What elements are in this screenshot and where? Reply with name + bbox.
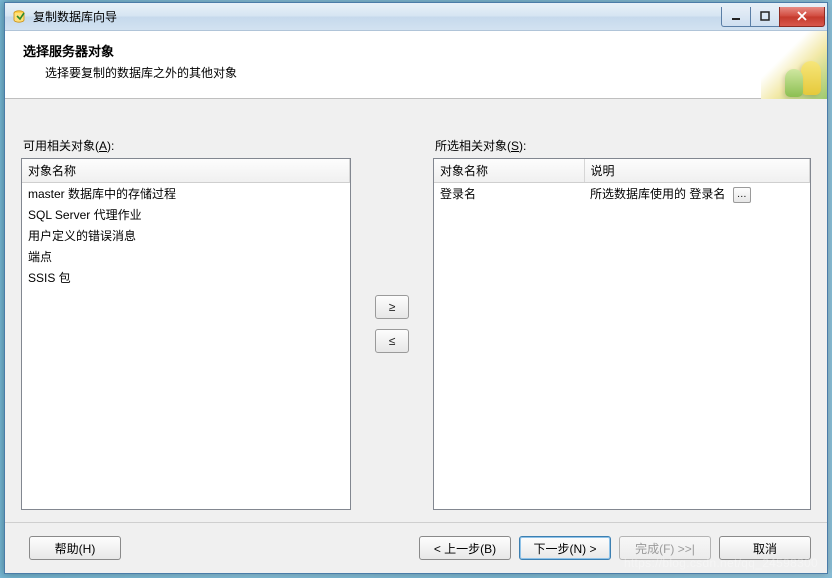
content-area: 可用相关对象(A): 对象名称 master 数据库中的存储过程 SQL Ser…	[5, 99, 827, 523]
selected-row-desc: 所选数据库使用的 登录名 …	[584, 183, 810, 205]
window-controls	[722, 7, 825, 27]
wizard-window: 复制数据库向导 选择服务器对象 选择要复制的数据库之外的其他对象 可用相关对象(…	[4, 2, 828, 574]
list-item[interactable]: SSIS 包	[22, 267, 350, 288]
maximize-button[interactable]	[750, 7, 780, 27]
list-item[interactable]: SQL Server 代理作业	[22, 204, 350, 225]
close-button[interactable]	[779, 7, 825, 27]
back-button[interactable]: < 上一步(B)	[419, 536, 511, 560]
selected-listbox[interactable]: 对象名称 说明 登录名 所选数据库使用的 登录名 …	[433, 158, 811, 510]
ellipsis-button[interactable]: …	[733, 187, 751, 203]
header-graphic	[761, 31, 827, 99]
selected-caption: 所选相关对象(S):	[435, 137, 811, 154]
page-title: 选择服务器对象	[23, 41, 811, 60]
list-item[interactable]: master 数据库中的存储过程	[22, 183, 350, 205]
selected-row-name: 登录名	[434, 183, 584, 205]
available-col-name[interactable]: 对象名称	[22, 159, 350, 183]
page-subtitle: 选择要复制的数据库之外的其他对象	[45, 64, 811, 81]
wizard-header: 选择服务器对象 选择要复制的数据库之外的其他对象	[5, 31, 827, 99]
list-item[interactable]: 用户定义的错误消息	[22, 225, 350, 246]
window-title: 复制数据库向导	[33, 8, 117, 25]
table-row[interactable]: 登录名 所选数据库使用的 登录名 …	[434, 183, 810, 205]
cancel-button[interactable]: 取消	[719, 536, 811, 560]
move-left-button[interactable]: ≤	[375, 329, 409, 353]
wizard-footer: 帮助(H) < 上一步(B) 下一步(N) > 完成(F) >>| 取消	[5, 523, 827, 573]
next-button[interactable]: 下一步(N) >	[519, 536, 611, 560]
help-button[interactable]: 帮助(H)	[29, 536, 121, 560]
selected-pane: 所选相关对象(S): 对象名称 说明 登录名 所选数据库使用的 登录名	[433, 137, 811, 510]
app-icon	[11, 9, 27, 25]
available-caption: 可用相关对象(A):	[23, 137, 351, 154]
move-buttons: ≥ ≤	[351, 137, 433, 510]
minimize-button[interactable]	[721, 7, 751, 27]
list-item[interactable]: 端点	[22, 246, 350, 267]
finish-button: 完成(F) >>|	[619, 536, 711, 560]
available-pane: 可用相关对象(A): 对象名称 master 数据库中的存储过程 SQL Ser…	[21, 137, 351, 510]
selected-col-desc[interactable]: 说明	[584, 159, 810, 183]
titlebar[interactable]: 复制数据库向导	[5, 3, 827, 31]
move-right-button[interactable]: ≥	[375, 295, 409, 319]
available-listbox[interactable]: 对象名称 master 数据库中的存储过程 SQL Server 代理作业 用户…	[21, 158, 351, 510]
selected-col-name[interactable]: 对象名称	[434, 159, 584, 183]
